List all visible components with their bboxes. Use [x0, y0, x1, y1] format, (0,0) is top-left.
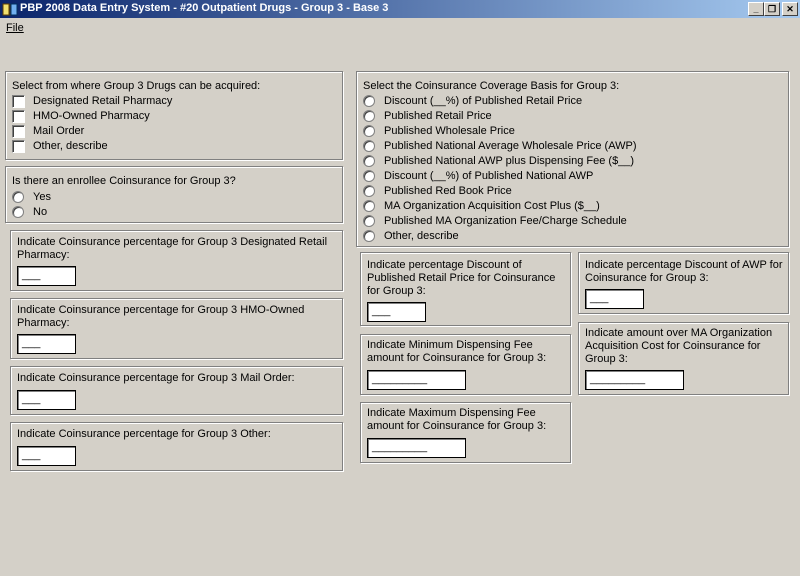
pct-mail-label: Indicate Coinsurance percentage for Grou… [17, 372, 295, 384]
radio-button[interactable] [12, 206, 24, 218]
disc-awp-label: Indicate percentage Discount of AWP for … [585, 259, 783, 284]
min-fee-label: Indicate Minimum Dispensing Fee amount f… [367, 339, 547, 364]
disc-retail-label: Indicate percentage Discount of Publishe… [367, 259, 556, 297]
app-book-icon [2, 3, 18, 16]
disc-retail-input[interactable]: ___ [367, 302, 426, 322]
ma-cost-input[interactable]: _________ [585, 370, 684, 390]
pct-retail-label: Indicate Coinsurance percentage for Grou… [17, 236, 328, 261]
radio-button[interactable] [363, 200, 375, 212]
basis-frame: Select the Coinsurance Coverage Basis fo… [356, 71, 789, 247]
menu-file[interactable]: File [6, 22, 24, 34]
ma-cost-frame: Indicate amount over MA Organization Acq… [578, 322, 789, 395]
acquire-prompt: Select from where Group 3 Drugs can be a… [12, 80, 261, 92]
pct-retail-input[interactable]: ___ [17, 266, 76, 286]
pct-hmo-input[interactable]: ___ [17, 334, 76, 354]
ma-cost-label: Indicate amount over MA Organization Acq… [585, 327, 773, 365]
pct-mail-input[interactable]: ___ [17, 390, 76, 410]
radio-button[interactable] [363, 95, 375, 107]
basis-prompt: Select the Coinsurance Coverage Basis fo… [363, 80, 620, 92]
disc-awp-input[interactable]: ___ [585, 289, 644, 309]
pct-other-input[interactable]: ___ [17, 446, 76, 466]
radio-button[interactable] [363, 230, 375, 242]
disc-retail-frame: Indicate percentage Discount of Publishe… [360, 252, 571, 326]
pct-retail-frame: Indicate Coinsurance percentage for Grou… [10, 230, 343, 291]
max-fee-frame: Indicate Maximum Dispensing Fee amount f… [360, 402, 571, 463]
checkbox[interactable] [12, 95, 25, 108]
radio-button[interactable] [363, 110, 375, 122]
radio-button[interactable] [363, 170, 375, 182]
close-button[interactable]: ✕ [782, 2, 798, 16]
radio-button[interactable] [363, 215, 375, 227]
minimize-button[interactable]: _ [748, 2, 764, 16]
acquire-frame: Select from where Group 3 Drugs can be a… [5, 71, 343, 160]
min-fee-input[interactable]: _________ [367, 370, 466, 390]
checkbox[interactable] [12, 140, 25, 153]
radio-button[interactable] [363, 185, 375, 197]
enrollee-prompt: Is there an enrollee Coinsurance for Gro… [12, 175, 236, 187]
pct-mail-frame: Indicate Coinsurance percentage for Grou… [10, 366, 343, 415]
enrollee-frame: Is there an enrollee Coinsurance for Gro… [5, 166, 343, 223]
radio-button[interactable] [12, 191, 24, 203]
checkbox[interactable] [12, 110, 25, 123]
title-bar: PBP 2008 Data Entry System - #20 Outpati… [0, 0, 800, 18]
max-fee-input[interactable]: _________ [367, 438, 466, 458]
disc-awp-frame: Indicate percentage Discount of AWP for … [578, 252, 789, 314]
radio-button[interactable] [363, 155, 375, 167]
pct-other-frame: Indicate Coinsurance percentage for Grou… [10, 422, 343, 471]
restore-button[interactable]: ❐ [764, 2, 780, 16]
pct-hmo-frame: Indicate Coinsurance percentage for Grou… [10, 298, 343, 359]
radio-button[interactable] [363, 125, 375, 137]
pct-hmo-label: Indicate Coinsurance percentage for Grou… [17, 304, 305, 329]
window-title: PBP 2008 Data Entry System - #20 Outpati… [20, 2, 389, 14]
checkbox[interactable] [12, 125, 25, 138]
max-fee-label: Indicate Maximum Dispensing Fee amount f… [367, 407, 547, 432]
pct-other-label: Indicate Coinsurance percentage for Grou… [17, 428, 271, 440]
min-fee-frame: Indicate Minimum Dispensing Fee amount f… [360, 334, 571, 395]
menu-bar: File [0, 19, 800, 37]
radio-button[interactable] [363, 140, 375, 152]
